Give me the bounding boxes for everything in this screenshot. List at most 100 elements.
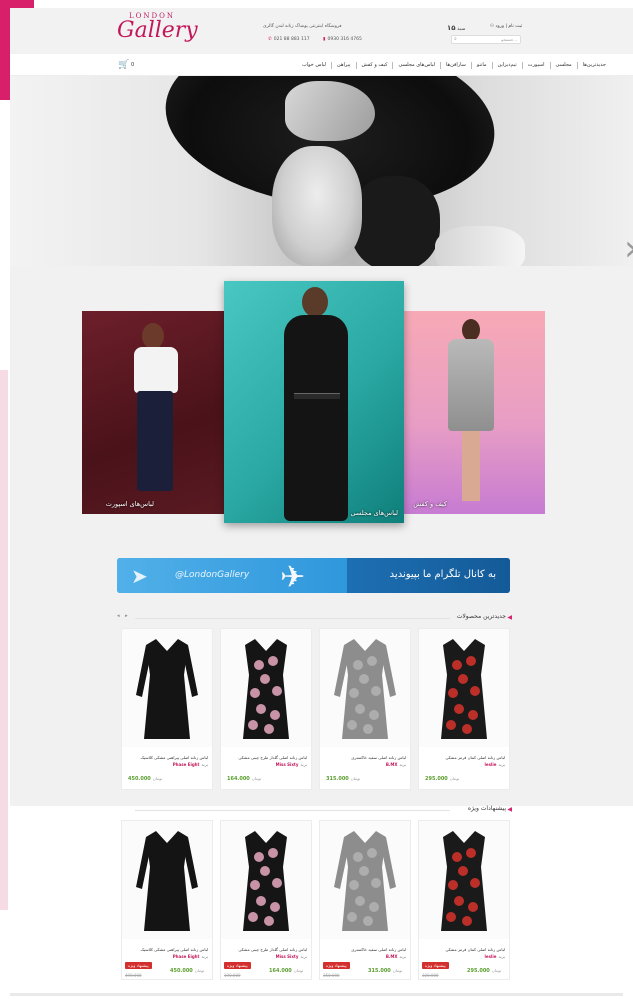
brand-prefix: برند bbox=[498, 762, 505, 767]
category-evening-label: لباس‌های مجلسی bbox=[350, 509, 398, 517]
product-name[interactable]: لباس زنانه اصلی سفید خاکستری bbox=[351, 755, 406, 760]
price-value: 450.000 bbox=[128, 776, 151, 782]
nav-item[interactable]: لباس خواب bbox=[297, 62, 331, 69]
category-sport-label: لباس‌های اسپورت bbox=[105, 500, 154, 508]
paper-plane-icon: ✈ bbox=[280, 560, 306, 593]
product-card[interactable]: لباس زنانه اصلی گلدار طرح چینی مشکی برندM… bbox=[220, 820, 312, 980]
login-label: ثبت نام | ورود bbox=[495, 24, 523, 29]
product-image[interactable] bbox=[221, 629, 311, 747]
login-link[interactable]: ⚇ ثبت نام | ورود bbox=[490, 24, 522, 29]
nav-item[interactable]: پیراهن bbox=[331, 61, 356, 69]
product-card[interactable]: لباس زنانه اصلی سفید خاکستری برندB.MX 315.… bbox=[319, 628, 411, 790]
site-tagline: فروشگاه اینترنتی پوشاک زنانه لندن گالری bbox=[263, 24, 342, 29]
hero-hair-shape bbox=[350, 176, 440, 266]
product-image[interactable] bbox=[419, 821, 509, 939]
product-name[interactable]: لباس زنانه اصلی گلدار طرح چینی مشکی bbox=[238, 755, 307, 760]
category-evening[interactable]: لباس‌های مجلسی bbox=[224, 281, 404, 523]
nav-item[interactable]: جدیدترین‌ها bbox=[576, 61, 611, 69]
dress-image bbox=[231, 827, 301, 939]
product-card[interactable]: لباس زنانه اصلی کمان قرمز مشکی برندleslie… bbox=[418, 820, 510, 980]
price-unit: تومان bbox=[350, 776, 361, 781]
category-bags-shoes[interactable]: کیف و کفش bbox=[404, 311, 545, 514]
dress-image bbox=[231, 635, 301, 747]
pink-corner-accent bbox=[0, 0, 10, 100]
nav-item[interactable]: سارافن‌ها bbox=[439, 61, 471, 69]
phone-1[interactable]: ✆ 021 88 883 117 bbox=[268, 37, 310, 42]
product-price: 164.000 تومان bbox=[269, 968, 303, 974]
price-unit: تومان bbox=[194, 968, 205, 973]
brand-name: Miss Sixty bbox=[275, 954, 299, 959]
nav-item[interactable]: کیف و کفش bbox=[355, 61, 393, 69]
site-logo[interactable]: LONDON Gallery bbox=[117, 10, 202, 50]
price-unit: تومان bbox=[449, 776, 460, 781]
phone-2[interactable]: ▮ 0930 316 4765 bbox=[323, 37, 362, 42]
product-name[interactable]: لباس زنانه اصلی کمان قرمز مشکی bbox=[445, 947, 505, 952]
model-legs bbox=[462, 431, 480, 501]
mobile-icon: ▮ bbox=[323, 37, 326, 42]
telegram-banner[interactable]: ➤ @LondonGallery ✈ به کانال تلگرام ما بپ… bbox=[117, 558, 510, 593]
header-cart[interactable]: سبد ۱۵ bbox=[447, 24, 465, 32]
product-image[interactable] bbox=[320, 629, 410, 747]
product-image[interactable] bbox=[122, 629, 212, 747]
product-brand: برندPhase Eight bbox=[173, 762, 208, 767]
price-value: 295.000 bbox=[425, 776, 448, 782]
hero-slider[interactable]: › bbox=[10, 76, 633, 266]
price-unit: تومان bbox=[392, 968, 403, 973]
price-unit: تومان bbox=[491, 968, 502, 973]
section-marker-icon: ◀ bbox=[507, 806, 512, 813]
product-price: 315.000 تومان bbox=[368, 968, 402, 974]
telegram-icon: ➤ bbox=[131, 564, 148, 588]
nav-item[interactable]: اسپورت bbox=[521, 61, 550, 69]
brand-name: leslie bbox=[484, 954, 497, 959]
product-name[interactable]: لباس زنانه اصلی پیراهنی مشکی کلاسیک bbox=[140, 947, 208, 952]
nav-item[interactable]: لباس‌های مجلسی bbox=[392, 61, 440, 69]
slider-next-icon[interactable]: › bbox=[624, 228, 633, 266]
product-card[interactable]: لباس زنانه اصلی سفید خاکستری برندB.MX 315.… bbox=[319, 820, 411, 980]
product-image[interactable] bbox=[221, 821, 311, 939]
dress-image bbox=[330, 635, 400, 747]
product-card[interactable]: لباس زنانه اصلی گلدار طرح چینی مشکی برندM… bbox=[220, 628, 312, 790]
product-name[interactable]: لباس زنانه اصلی گلدار طرح چینی مشکی bbox=[238, 947, 307, 952]
carousel-arrows-icon[interactable]: ◂ ▸ bbox=[117, 613, 130, 619]
product-card[interactable]: لباس زنانه اصلی کمان قرمز مشکی برندleslie… bbox=[418, 628, 510, 790]
phone-1-number: 021 88 883 117 bbox=[273, 37, 310, 42]
special-title: پیشنهادات ویژه bbox=[467, 805, 506, 812]
product-card[interactable]: لباس زنانه اصلی پیراهنی مشکی کلاسیک برندP… bbox=[121, 820, 213, 980]
price-value: 450.000 bbox=[170, 968, 193, 974]
brand-name: Phase Eight bbox=[172, 762, 200, 767]
brand-prefix: برند bbox=[201, 762, 208, 767]
brand-name: B.MX bbox=[385, 954, 398, 959]
basket-icon[interactable]: 🛒 bbox=[118, 60, 129, 70]
product-price: 315.000 تومان bbox=[326, 776, 360, 782]
model-grey-dress bbox=[448, 339, 494, 431]
product-brand: برندPhase Eight bbox=[173, 954, 208, 959]
product-price: 450.000 تومان bbox=[170, 968, 204, 974]
nav-item[interactable]: مجلسی bbox=[549, 61, 577, 69]
product-image[interactable] bbox=[122, 821, 212, 939]
product-card[interactable]: لباس زنانه اصلی پیراهنی مشکی کلاسیک برندP… bbox=[121, 628, 213, 790]
product-image[interactable] bbox=[419, 629, 509, 747]
product-brand: برندMiss Sixty bbox=[276, 954, 307, 959]
search-input[interactable]: ⌕ جستجو... bbox=[451, 35, 521, 44]
brand-prefix: برند bbox=[498, 954, 505, 959]
special-offer-badge: پیشنهاد ویژه bbox=[125, 962, 152, 969]
product-name[interactable]: لباس زنانه اصلی پیراهنی مشکی کلاسیک bbox=[140, 755, 208, 760]
model-belt bbox=[294, 393, 340, 399]
special-offer-badge: پیشنهاد ویژه bbox=[323, 962, 350, 969]
nav-item[interactable]: مانتو bbox=[470, 61, 492, 69]
category-sport[interactable]: لباس‌های اسپورت bbox=[82, 311, 224, 514]
special-header: پیشنهادات ویژه ◀ bbox=[117, 805, 512, 815]
main-nav: 🛒 0 جدیدترین‌ها مجلسی اسپورت تیم‌دیزاین مانت… bbox=[10, 54, 633, 76]
telegram-join-text: به کانال تلگرام ما بپیوندید bbox=[389, 569, 496, 580]
nav-item[interactable]: تیم‌دیزاین bbox=[491, 61, 522, 69]
price-unit: تومان bbox=[293, 968, 304, 973]
product-name[interactable]: لباس زنانه اصلی کمان قرمز مشکی bbox=[445, 755, 505, 760]
cart-label: سبد bbox=[457, 26, 466, 32]
product-image[interactable] bbox=[320, 821, 410, 939]
hero-hand-shape bbox=[435, 226, 525, 266]
product-name[interactable]: لباس زنانه اصلی سفید خاکستری bbox=[351, 947, 406, 952]
hero-model-face bbox=[272, 146, 362, 266]
model-head bbox=[142, 323, 164, 349]
section-divider bbox=[135, 810, 450, 811]
footer-divider bbox=[10, 993, 623, 996]
